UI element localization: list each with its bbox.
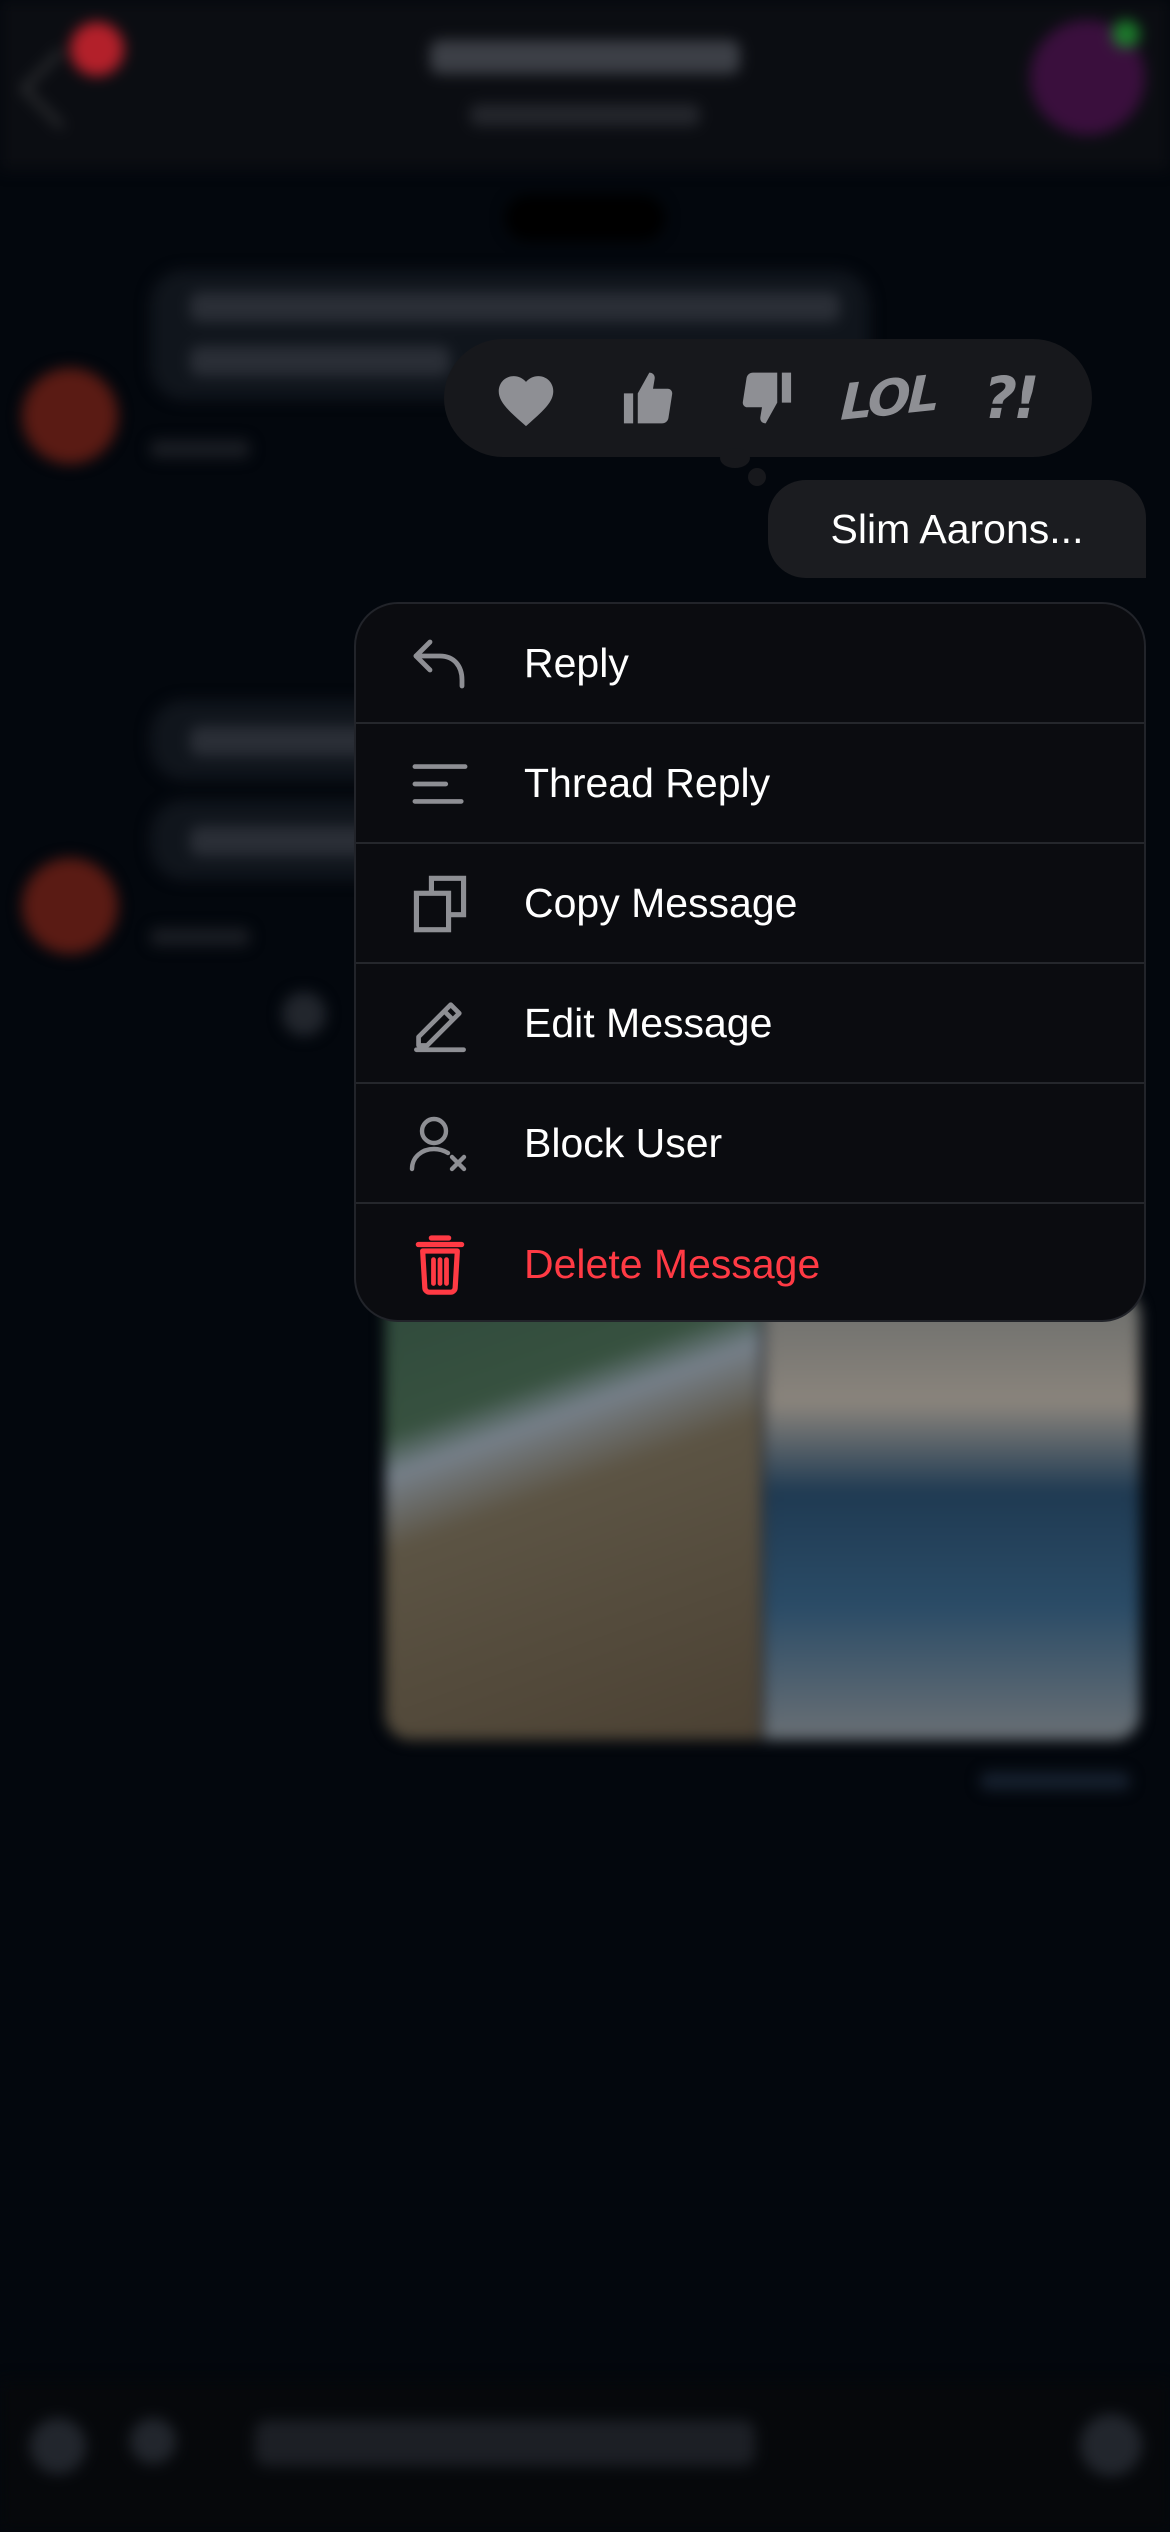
selected-message-text: Slim Aarons... <box>830 505 1084 552</box>
copy-icon <box>408 872 472 936</box>
thumbs-up-icon <box>624 372 673 424</box>
message-context-menu: Reply Thread Reply Copy Message Edit Mes… <box>354 602 1146 1322</box>
menu-item-label: Delete Message <box>524 1240 821 1287</box>
chat-subtitle-placeholder <box>470 104 700 126</box>
reaction-bar: LOL ?! <box>444 339 1092 457</box>
menu-item-label: Block User <box>524 1119 723 1166</box>
message-text-placeholder <box>190 346 450 376</box>
menu-item-reply[interactable]: Reply <box>356 604 1144 724</box>
shared-photo-grid <box>385 1290 1140 1740</box>
menu-item-block-user[interactable]: Block User <box>356 1084 1144 1204</box>
reaction-bar-tail <box>748 468 766 486</box>
reaction-thumbs-up[interactable] <box>602 353 692 443</box>
heart-icon <box>499 376 554 427</box>
message-text-placeholder <box>190 292 840 322</box>
lol-icon: LOL <box>839 364 938 432</box>
selected-message-bubble: Slim Aarons... <box>768 480 1146 578</box>
message-text-placeholder <box>190 726 370 756</box>
menu-item-label: Thread Reply <box>524 759 771 806</box>
menu-item-thread-reply[interactable]: Thread Reply <box>356 724 1144 844</box>
emoji-icon <box>130 2418 176 2464</box>
sender-avatar <box>22 368 118 464</box>
pencil-icon <box>408 992 472 1056</box>
menu-item-copy-message[interactable]: Copy Message <box>356 844 1144 964</box>
unread-badge <box>70 22 124 76</box>
reaction-chip <box>282 992 326 1036</box>
question-exclamation-icon: ?! <box>983 364 1040 432</box>
block-user-icon <box>408 1112 472 1176</box>
reaction-question-exclamation[interactable]: ?! <box>965 353 1055 443</box>
reaction-lol[interactable]: LOL <box>840 353 938 443</box>
menu-item-label: Edit Message <box>524 999 773 1046</box>
attach-icon <box>30 2418 86 2474</box>
reaction-heart[interactable] <box>481 353 571 443</box>
menu-item-edit-message[interactable]: Edit Message <box>356 964 1144 1084</box>
timestamp-placeholder <box>150 440 250 458</box>
menu-item-delete-message[interactable]: Delete Message <box>356 1204 1144 1320</box>
reaction-thumbs-down[interactable] <box>723 353 813 443</box>
thread-lines-icon <box>408 752 472 816</box>
online-indicator <box>1112 20 1140 48</box>
thumbs-down-icon <box>742 372 792 424</box>
date-separator <box>505 195 665 241</box>
reaction-bar-tail <box>720 448 750 468</box>
menu-item-label: Copy Message <box>524 879 798 926</box>
message-input-placeholder <box>255 2420 755 2466</box>
chat-title-placeholder <box>430 40 740 74</box>
chat-header <box>0 0 1170 170</box>
message-text-placeholder <box>190 826 370 856</box>
photo-thumbnail <box>765 1290 1140 1740</box>
photo-thumbnail <box>385 1290 760 1740</box>
reply-arrow-icon <box>408 632 472 696</box>
timestamp-placeholder <box>150 928 250 946</box>
timestamp-placeholder <box>980 1772 1130 1790</box>
sender-avatar <box>22 858 118 954</box>
send-icon <box>1080 2414 1142 2476</box>
menu-item-label: Reply <box>524 639 629 686</box>
trash-icon <box>408 1232 472 1296</box>
